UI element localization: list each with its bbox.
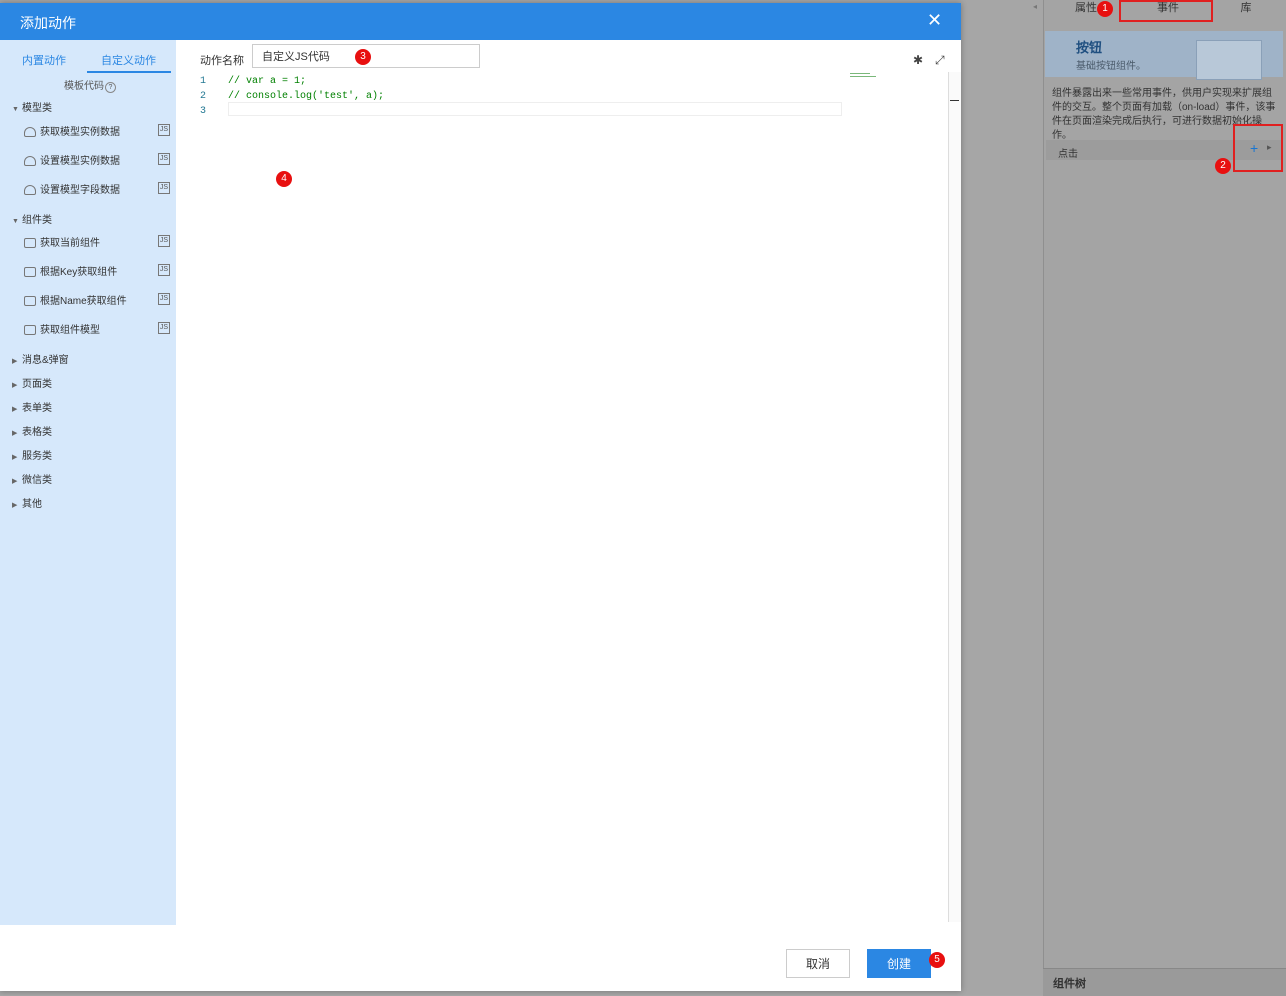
highlight-box-events-tab	[1119, 0, 1213, 22]
group-service[interactable]: ▶ 服务类	[12, 447, 52, 462]
template-item[interactable]: 获取模型实例数据 JS	[24, 123, 172, 139]
event-label: 点击	[1058, 149, 1078, 160]
group-message[interactable]: ▶ 消息&弹窗	[12, 351, 69, 366]
caret-right-icon: ▶	[12, 478, 18, 485]
scroll-position-marker	[950, 100, 959, 101]
group-table[interactable]: ▶ 表格类	[12, 423, 52, 438]
tab-library[interactable]: 库	[1228, 0, 1264, 20]
cloud-icon	[24, 156, 36, 167]
debug-bug-icon[interactable]: ✱	[913, 53, 923, 67]
step-badge: 1	[1097, 1, 1113, 17]
js-icon[interactable]: JS	[158, 124, 170, 136]
caret-right-icon: ▶	[12, 358, 18, 365]
caret-right-icon: ▶	[12, 430, 18, 437]
js-icon[interactable]: JS	[158, 153, 170, 165]
active-tab-indicator	[87, 71, 171, 73]
group-other[interactable]: ▶ 其他	[12, 495, 42, 510]
fullscreen-icon[interactable]: ⤢	[935, 53, 945, 68]
group-model[interactable]: ▼ 模型类	[12, 99, 52, 114]
cloud-icon	[24, 185, 36, 196]
line-number: 2	[200, 91, 207, 102]
template-item[interactable]: 根据Key获取组件 JS	[24, 263, 172, 279]
component-tree-label: 组件树	[1053, 978, 1086, 990]
caret-right-icon: ▶	[12, 454, 18, 461]
group-wechat[interactable]: ▶ 微信类	[12, 471, 52, 486]
group-component[interactable]: ▼ 组件类	[12, 211, 52, 226]
close-icon[interactable]: ✕	[927, 10, 942, 31]
js-icon[interactable]: JS	[158, 264, 170, 276]
add-action-dialog: 添加动作 ✕ 内置动作 自定义动作 模板代码? ▼ 模型类 获取模型实例数据 JS …	[0, 3, 961, 991]
component-icon	[24, 296, 36, 307]
tab-builtin-actions[interactable]: 内置动作	[22, 52, 66, 68]
step-badge: 2	[1215, 158, 1231, 174]
code-editor[interactable]: 1 // var a = 1; 2 // console.log('test',…	[176, 72, 950, 924]
template-item[interactable]: 获取组件模型 JS	[24, 321, 172, 337]
js-icon[interactable]: JS	[158, 293, 170, 305]
caret-down-icon: ▼	[12, 218, 19, 225]
create-button[interactable]: 创建	[867, 949, 931, 978]
group-form[interactable]: ▶ 表单类	[12, 399, 52, 414]
template-item[interactable]: 设置模型字段数据 JS	[24, 181, 172, 197]
cancel-button[interactable]: 取消	[786, 949, 850, 978]
editor-scrollbar[interactable]	[948, 72, 961, 922]
current-line-highlight	[228, 102, 842, 116]
line-number: 3	[200, 106, 207, 117]
step-badge: 3	[355, 49, 371, 65]
button-illustration-icon	[1196, 40, 1262, 80]
js-icon[interactable]: JS	[158, 322, 170, 334]
collapse-arrow-icon[interactable]: ◂	[1033, 2, 1037, 11]
dialog-title: 添加动作	[20, 15, 76, 31]
template-item[interactable]: 设置模型实例数据 JS	[24, 152, 172, 168]
component-icon	[24, 238, 36, 249]
tab-custom-actions[interactable]: 自定义动作	[101, 52, 156, 68]
cloud-icon	[24, 127, 36, 138]
action-name-label: 动作名称	[200, 55, 244, 67]
caret-right-icon: ▶	[12, 406, 18, 413]
caret-right-icon: ▶	[12, 502, 18, 509]
template-item[interactable]: 获取当前组件 JS	[24, 234, 172, 250]
line-number: 1	[200, 76, 207, 87]
help-icon[interactable]: ?	[105, 82, 116, 93]
js-icon[interactable]: JS	[158, 182, 170, 194]
component-icon	[24, 325, 36, 336]
banner-subtitle: 基础按钮组件。	[1076, 61, 1146, 72]
step-badge: 4	[276, 171, 292, 187]
group-page[interactable]: ▶ 页面类	[12, 375, 52, 390]
component-icon	[24, 267, 36, 278]
caret-down-icon: ▼	[12, 106, 19, 113]
caret-right-icon: ▶	[12, 382, 18, 389]
js-icon[interactable]: JS	[158, 235, 170, 247]
highlight-box-add-event	[1233, 124, 1283, 172]
dialog-header: 添加动作 ✕	[0, 3, 961, 40]
code-line[interactable]: // var a = 1;	[228, 76, 306, 87]
banner-title: 按钮	[1076, 40, 1103, 55]
template-item[interactable]: 根据Name获取组件 JS	[24, 292, 172, 308]
code-minimap[interactable]	[850, 72, 950, 82]
code-line[interactable]: // console.log('test', a);	[228, 91, 384, 102]
action-template-sidebar: 内置动作 自定义动作 模板代码? ▼ 模型类 获取模型实例数据 JS 设置模型实例数…	[0, 40, 176, 943]
template-code-label: 模板代码?	[64, 77, 116, 93]
step-badge: 5	[929, 952, 945, 968]
